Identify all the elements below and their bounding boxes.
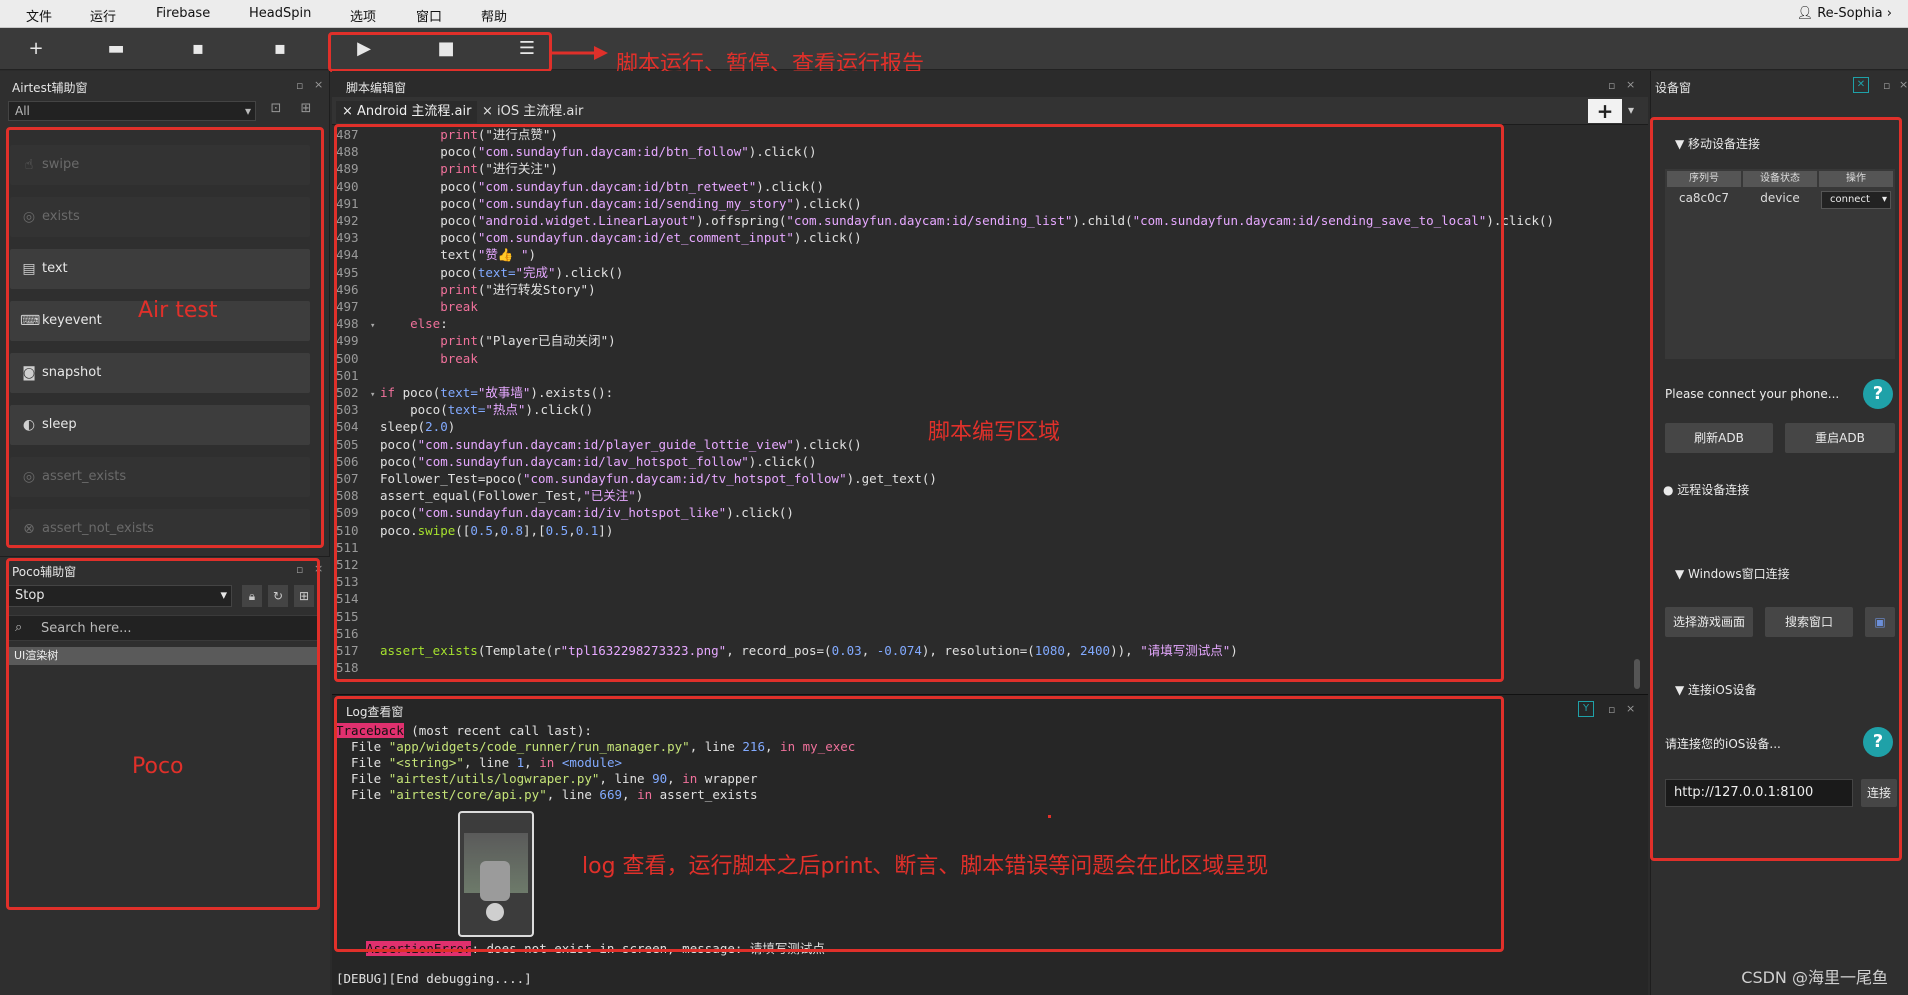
filter-value: All — [15, 104, 30, 118]
editor-annotation: 脚本编写区域 — [928, 420, 1061, 445]
user-icon: 👤︎ — [1796, 6, 1818, 21]
panel-close-icon[interactable]: × — [1626, 78, 1635, 91]
tab-label: iOS 主流程.air — [497, 104, 584, 119]
menu-file[interactable]: 文件 — [26, 6, 52, 25]
menu-bar: 文件 运行 Firebase HeadSpin 选项 窗口 帮助 👤︎ Re-S… — [0, 0, 1908, 28]
airtest-filter-select[interactable]: All ▾ — [8, 101, 256, 121]
editor-annotation-box — [334, 124, 1504, 682]
toolbar: + ▬ ▪ ▪ ▶ ■ ☰ — [0, 28, 1908, 70]
user-name: Re-Sophia — [1817, 6, 1883, 21]
log-annotation: log 查看，运行脚本之后print、断言、脚本错误等问题会在此区域呈现 — [582, 854, 1269, 879]
panel-float-icon[interactable]: ▫ — [296, 79, 303, 92]
tab-android-main[interactable]: × Android 主流程.air — [336, 101, 478, 123]
device-annotation-box — [1650, 117, 1902, 861]
annotation-arrow — [552, 46, 608, 60]
save-button[interactable]: ▪ — [186, 37, 210, 61]
chevron-down-icon: ▾ — [244, 104, 251, 118]
menu-options[interactable]: 选项 — [350, 6, 376, 25]
device-panel-title: 设备窗 — [1655, 81, 1692, 95]
new-file-button[interactable]: + — [24, 37, 48, 61]
panel-close-icon[interactable]: × — [1626, 702, 1635, 715]
debug-line: [DEBUG][End debugging....] — [336, 971, 532, 986]
menu-help[interactable]: 帮助 — [481, 6, 507, 25]
open-folder-button[interactable]: ▬ — [104, 37, 128, 61]
tab-label: Android 主流程.air — [357, 104, 472, 119]
airtest-annotation-box — [6, 127, 324, 548]
user-menu[interactable]: 👤︎ Re-Sophia › — [1797, 6, 1892, 21]
log-annotation-box — [334, 696, 1504, 952]
panel-close-icon[interactable]: × — [1899, 78, 1908, 91]
menu-window[interactable]: 窗口 — [416, 6, 442, 25]
airtest-annotation: Air test — [138, 298, 218, 323]
editor-panel-title: 脚本编辑窗 — [346, 81, 407, 95]
editor-tab-bar: × Android 主流程.air × iOS 主流程.air + ▾ — [332, 97, 1648, 125]
menu-firebase[interactable]: Firebase — [156, 6, 210, 21]
tab-ios-main[interactable]: × iOS 主流程.air — [476, 101, 589, 123]
chevron-down-icon[interactable]: ▾ — [1628, 103, 1634, 117]
poco-annotation-box — [6, 558, 320, 910]
add-tab-button[interactable]: + — [1588, 99, 1622, 123]
filter-icon[interactable]: Y — [1578, 701, 1594, 717]
tools-icon[interactable]: ✕ — [1853, 77, 1869, 93]
toolbar-annotation-box — [328, 32, 552, 72]
close-icon[interactable]: × — [342, 104, 357, 119]
poco-annotation: Poco — [132, 754, 184, 779]
menu-headspin[interactable]: HeadSpin — [249, 6, 311, 21]
close-icon[interactable]: × — [482, 104, 497, 119]
panel-float-icon[interactable]: ▫ — [1883, 79, 1890, 92]
camera-icon[interactable]: ⊞ — [296, 101, 316, 121]
airtest-panel-title: Airtest辅助窗 — [12, 81, 88, 95]
editor-scrollbar[interactable] — [1634, 659, 1640, 689]
panel-float-icon[interactable]: ▫ — [1608, 703, 1615, 716]
save-as-button[interactable]: ▪ — [268, 37, 292, 61]
menu-run[interactable]: 运行 — [90, 6, 116, 25]
watermark: CSDN @海里一尾鱼 — [1741, 968, 1888, 987]
panel-close-icon[interactable]: × — [314, 78, 323, 91]
panel-float-icon[interactable]: ▫ — [1608, 79, 1615, 92]
record-icon[interactable]: ⊡ — [266, 101, 286, 121]
